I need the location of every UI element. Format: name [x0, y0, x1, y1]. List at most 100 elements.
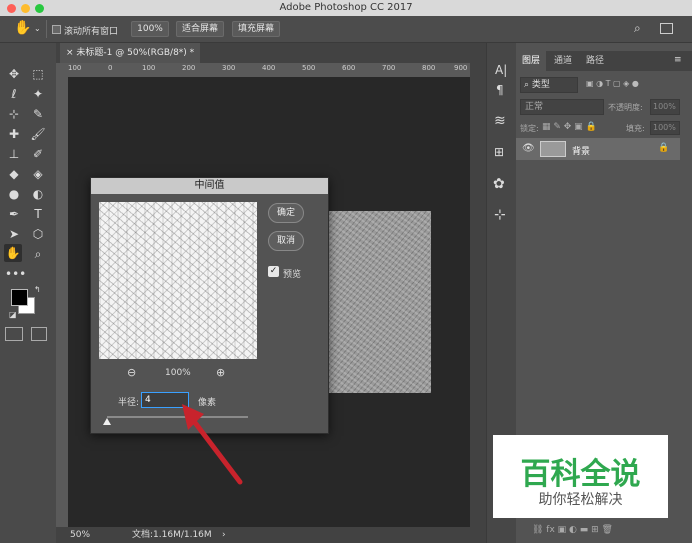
zoom-tool-icon[interactable]: ⌕ — [29, 245, 47, 263]
more-tools-icon[interactable]: ••• — [5, 265, 26, 283]
history-brush-icon[interactable]: ✐ — [29, 145, 47, 163]
layer-action-icons[interactable]: ⛓ fx ▣ ◐ ▬ ⊞ 🗑 — [532, 525, 613, 535]
layers-panel-icon[interactable]: ≋ — [494, 113, 506, 129]
type-tool-icon[interactable]: T — [29, 205, 47, 223]
options-bar: ✋ ⌄ 滚动所有窗口 100% 适合屏幕 填充屏幕 ⌕ — [0, 16, 692, 43]
ruler-mark: 900 — [454, 64, 468, 72]
blend-mode-select[interactable]: 正常 — [520, 99, 604, 115]
path-select-icon[interactable]: ➤ — [5, 225, 23, 243]
status-zoom[interactable]: 50% — [70, 527, 90, 543]
marquee-tool-icon[interactable]: ⬚ — [29, 65, 47, 83]
fill-screen-button[interactable]: 填充屏幕 — [232, 21, 280, 37]
lock-icon: 🔒 — [658, 143, 670, 153]
zoom-100-button[interactable]: 100% — [131, 21, 169, 37]
cancel-button[interactable]: 取消 — [268, 231, 304, 251]
status-bar: 50% 文档:1.16M/1.16M › — [56, 527, 486, 543]
paragraph-panel-icon[interactable]: ¶ — [496, 83, 504, 97]
preview-label: 预览 — [283, 270, 302, 280]
zoom-out-icon[interactable]: ⊖ — [127, 366, 136, 379]
filter-preview[interactable] — [99, 202, 257, 359]
tab-paths[interactable]: 路径 — [580, 51, 610, 71]
hand-tool-active-icon[interactable]: ✋ — [4, 244, 22, 262]
watermark-title: 百科全说 — [520, 457, 641, 492]
document-image[interactable] — [328, 211, 431, 393]
filter-icons[interactable]: ▣ ◑ T ▢ ◈ ● — [586, 79, 682, 91]
swatches-panel-icon[interactable]: ✿ — [493, 176, 505, 192]
document-tab-bar: × 未标题-1 @ 50%(RGB/8*) * — [56, 43, 486, 63]
foreground-color-swatch[interactable] — [11, 289, 28, 306]
pen-tool-icon[interactable]: ✒ — [5, 205, 23, 223]
search-icon[interactable]: ⌕ — [634, 21, 641, 36]
ruler-mark: 800 — [422, 64, 436, 72]
blur-tool-icon[interactable]: ● — [5, 185, 23, 203]
swap-colors-icon[interactable]: ↰ — [34, 285, 41, 294]
tab-channels[interactable]: 通道 — [548, 51, 578, 71]
layer-row[interactable]: 👁 背景 🔒 — [516, 138, 680, 160]
median-dialog: 中间值 确定 取消 ✓ 预览 ⊖ 100% ⊕ 半径: 像素 — [90, 177, 329, 434]
dialog-title: 中间值 — [91, 178, 328, 194]
zoom-in-icon[interactable]: ⊕ — [216, 366, 225, 379]
hand-tool-icon[interactable]: ✋ — [14, 20, 31, 36]
quick-mask-icon[interactable] — [5, 327, 23, 341]
ruler-mark: 500 — [302, 64, 316, 72]
radius-slider-handle[interactable] — [103, 418, 111, 425]
tab-layers[interactable]: 图层 — [516, 51, 546, 71]
document-tab-label: 未标题-1 @ 50%(RGB/8*) * — [76, 48, 195, 58]
eye-icon[interactable]: 👁 — [522, 143, 535, 154]
preview-checkbox[interactable]: ✓ — [268, 266, 279, 277]
crop-panel-icon[interactable]: ⊹ — [494, 207, 506, 223]
ruler-mark: 600 — [342, 64, 356, 72]
ruler-mark: 100 — [142, 64, 156, 72]
watermark: 百科全说 助你轻松解决 — [493, 435, 668, 518]
character-panel-icon[interactable]: A| — [495, 63, 507, 77]
screen-mode-icon[interactable] — [31, 327, 47, 341]
ruler-mark: 400 — [262, 64, 276, 72]
magic-wand-icon[interactable]: ✦ — [29, 85, 47, 103]
window-title: Adobe Photoshop CC 2017 — [279, 2, 413, 13]
filter-kind-select[interactable]: ⌕ 类型 — [520, 77, 578, 93]
panel-menu-icon[interactable]: ≡ — [674, 55, 682, 65]
fill-input[interactable]: 100% — [650, 121, 680, 135]
annotation-arrow — [182, 404, 243, 485]
eyedropper-icon[interactable]: ✎ — [29, 105, 47, 123]
layer-name: 背景 — [572, 147, 591, 157]
vertical-scrollbar[interactable] — [470, 63, 486, 527]
scroll-all-label: 滚动所有窗口 — [64, 27, 119, 37]
ruler-mark: 300 — [222, 64, 236, 72]
history-panel-icon[interactable]: ⊞ — [494, 145, 504, 159]
opacity-input[interactable]: 100% — [650, 99, 680, 115]
dodge-tool-icon[interactable]: ◐ — [29, 185, 47, 203]
shape-tool-icon[interactable]: ⬡ — [29, 225, 47, 243]
opacity-label: 不透明度: — [608, 103, 643, 112]
lock-icons[interactable]: ▦ ✎ ✥ ▣ 🔒 — [542, 122, 597, 132]
move-tool-icon[interactable]: ✥ — [5, 65, 23, 83]
ruler-mark: 700 — [382, 64, 396, 72]
status-doc-size: 文档:1.16M/1.16M — [132, 530, 212, 540]
ok-button[interactable]: 确定 — [268, 203, 304, 223]
ruler-mark: 100 — [68, 64, 82, 72]
title-bar: Adobe Photoshop CC 2017 — [0, 0, 692, 16]
watermark-subtitle: 助你轻松解决 — [538, 492, 623, 508]
scroll-all-checkbox[interactable] — [52, 25, 61, 34]
arrow-shaft — [187, 413, 243, 485]
ruler-mark: 0 — [108, 64, 113, 72]
search-icon: ⌕ — [524, 80, 532, 90]
ruler-mark: 200 — [182, 64, 196, 72]
lasso-tool-icon[interactable]: ℓ — [5, 85, 23, 103]
brush-tool-icon[interactable]: 🖌 — [29, 125, 47, 143]
eraser-tool-icon[interactable]: ◆ — [5, 165, 23, 183]
status-arrow-icon[interactable]: › — [222, 527, 226, 543]
vertical-ruler — [56, 77, 68, 527]
clone-stamp-icon[interactable]: ⊥ — [5, 145, 23, 163]
paint-bucket-icon[interactable]: ◈ — [29, 165, 47, 183]
fit-screen-button[interactable]: 适合屏幕 — [176, 21, 224, 37]
close-tab-icon[interactable]: × — [66, 48, 74, 58]
document-tab[interactable]: × 未标题-1 @ 50%(RGB/8*) * — [60, 43, 200, 63]
default-colors-icon[interactable]: ◪ — [9, 310, 17, 319]
toolbar: ✥ ⬚ ℓ ✦ ⊹ ✎ ✚ 🖌 ⊥ ✐ ◆ ◈ ● ◐ ✒ T ➤ ⬡ ✋ ⌕ … — [0, 43, 56, 543]
crop-tool-icon[interactable]: ⊹ — [5, 105, 23, 123]
healing-brush-icon[interactable]: ✚ — [5, 125, 23, 143]
fill-label: 填充: — [626, 124, 645, 133]
workspace-icon[interactable] — [660, 23, 673, 34]
chevron-down-icon[interactable]: ⌄ — [34, 24, 41, 33]
